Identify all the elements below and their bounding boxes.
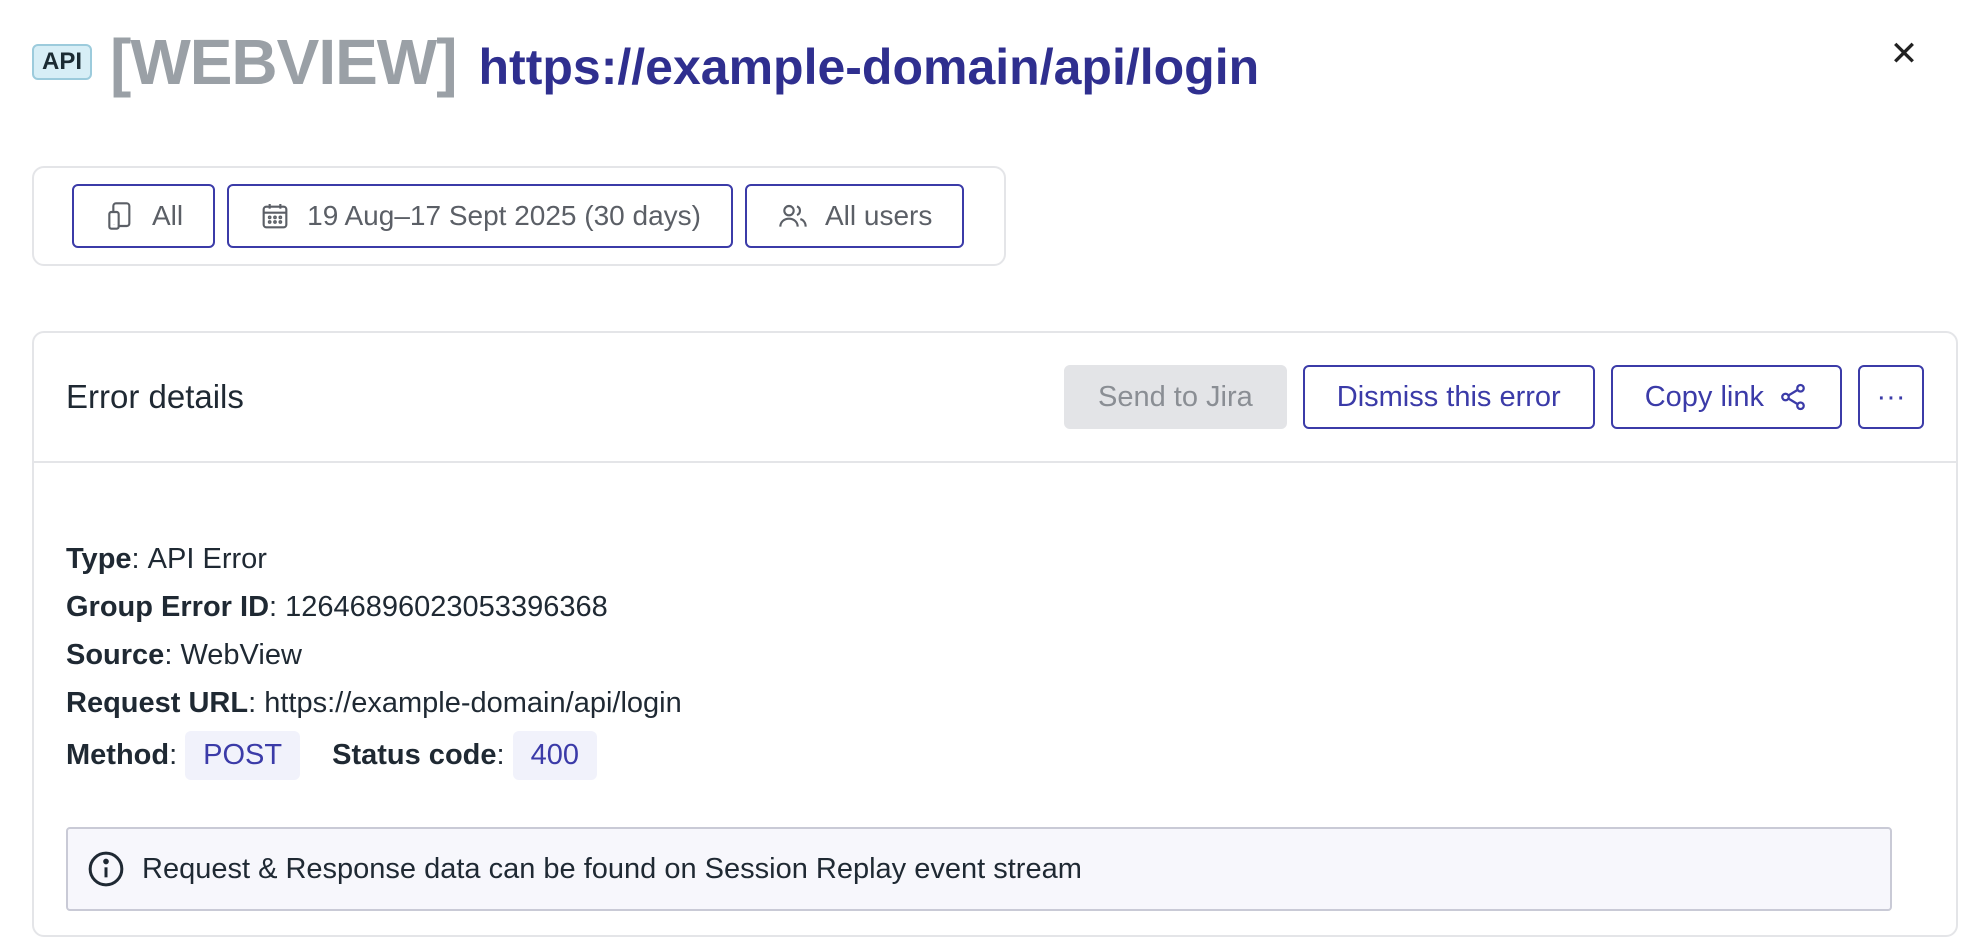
- card-title: Error details: [66, 378, 244, 415]
- group-error-id-label: Group Error ID: [66, 590, 270, 623]
- detail-method-status: Method: POST Status code: 400: [66, 727, 1924, 783]
- date-range-button[interactable]: 19 Aug–17 Sept 2025 (30 days): [227, 184, 733, 248]
- source-label: Source: [66, 638, 165, 671]
- card-header: Error details Send to Jira Dismiss this …: [34, 333, 1956, 463]
- info-text: Request & Response data can be found on …: [142, 852, 1082, 885]
- error-details-card: Error details Send to Jira Dismiss this …: [32, 331, 1958, 937]
- more-options-button[interactable]: ···: [1858, 365, 1924, 429]
- share-icon: [1781, 383, 1805, 411]
- detail-source: Source: WebView: [66, 638, 302, 671]
- type-label: Type: [66, 542, 132, 575]
- status-code-badge: 400: [512, 730, 597, 780]
- api-badge: API: [32, 44, 93, 80]
- detail-group-error-id: Group Error ID: 12646896023053396368: [66, 590, 608, 623]
- more-icon: ···: [1876, 380, 1906, 413]
- page-header: API [WEBVIEW] https://example-domain/api…: [32, 22, 1259, 102]
- send-to-jira-button[interactable]: Send to Jira: [1063, 365, 1287, 429]
- copy-link-label: Copy link: [1644, 380, 1764, 413]
- users-filter-button[interactable]: All users: [744, 184, 965, 248]
- source-value: WebView: [180, 638, 302, 671]
- users-filter-label: All users: [824, 200, 933, 231]
- device-filter-button[interactable]: All: [72, 184, 216, 248]
- device-filter-label: All: [152, 200, 184, 231]
- calendar-icon: [262, 204, 288, 229]
- request-url-label: Request URL: [66, 686, 249, 719]
- dismiss-error-button[interactable]: Dismiss this error: [1302, 365, 1595, 429]
- card-actions: Send to Jira Dismiss this error Copy lin…: [1063, 365, 1924, 429]
- group-error-id-value: 12646896023053396368: [285, 590, 608, 623]
- users-icon: [779, 204, 807, 227]
- detail-request-url: Request URL: https://example-domain/api/…: [66, 686, 682, 719]
- method-label: Method: [66, 738, 170, 771]
- close-icon: ✕: [1889, 35, 1919, 73]
- info-icon: [88, 851, 124, 887]
- page-title: https://example-domain/api/login: [478, 39, 1260, 95]
- card-body: Type: API Error Group Error ID: 12646896…: [34, 463, 1956, 911]
- device-icon: [108, 202, 131, 230]
- type-value: API Error: [147, 542, 267, 575]
- source-tag: [WEBVIEW]: [110, 26, 457, 98]
- copy-link-button[interactable]: Copy link: [1610, 365, 1842, 429]
- method-badge: POST: [185, 730, 301, 780]
- info-banner: Request & Response data can be found on …: [66, 827, 1892, 911]
- request-url-value: https://example-domain/api/login: [264, 686, 682, 719]
- date-range-label: 19 Aug–17 Sept 2025 (30 days): [307, 200, 701, 231]
- close-button[interactable]: ✕: [1884, 34, 1924, 74]
- filter-bar: All 19 Aug–17 Sept 2025 (30 days) All us…: [32, 166, 1006, 266]
- status-code-label: Status code: [332, 738, 497, 771]
- detail-type: Type: API Error: [66, 542, 267, 575]
